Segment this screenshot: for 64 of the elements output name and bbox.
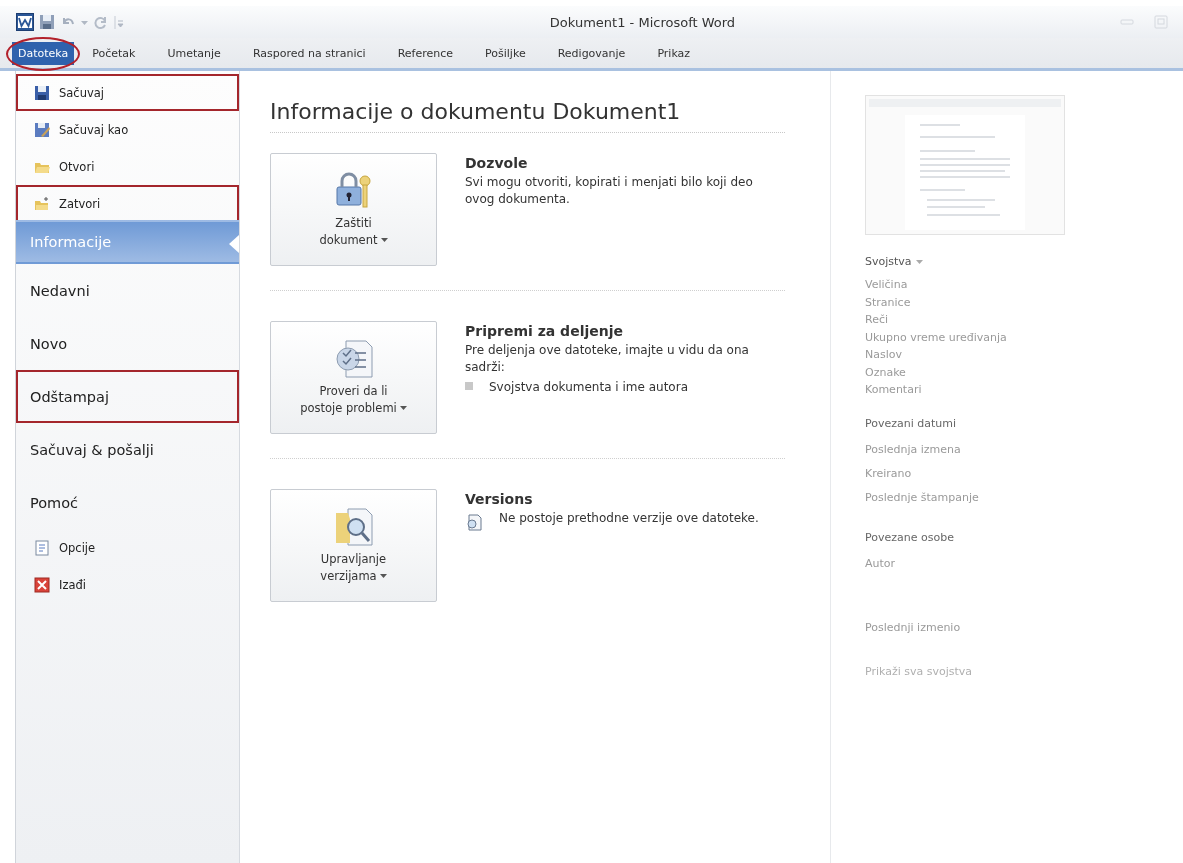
sidebar-item[interactable]: Izađi <box>16 566 239 603</box>
save-icon[interactable] <box>39 14 55 30</box>
sidebar-item[interactable]: Sačuvaj <box>16 74 239 111</box>
caret-icon <box>915 257 923 266</box>
save-icon <box>34 84 50 101</box>
property-label: Komentari <box>865 383 923 398</box>
sidebar-item[interactable]: Novo <box>16 317 239 370</box>
property-label: Veličina <box>865 278 909 293</box>
folder-icon <box>34 195 50 212</box>
property-label: Poslednja izmena <box>865 442 962 458</box>
bullet-icon <box>465 381 473 390</box>
ribbon-tab[interactable]: Prikaz <box>643 41 705 65</box>
action-button[interactable]: Zaštiti dokument <box>270 153 437 266</box>
checklist-document-icon <box>333 339 374 380</box>
section-description: Svi mogu otvoriti, kopirati i menjati bilo koji deo ovog dokumenta. <box>465 174 754 208</box>
ribbon-tab[interactable]: Redigovanje <box>543 41 640 65</box>
sidebar-item[interactable]: Sačuvaj & pošalji <box>16 423 239 476</box>
section-heading: Dozvole <box>465 155 529 171</box>
action-button[interactable]: Upravljanje verzijama <box>270 489 437 602</box>
bullet-text: Svojstva dokumenta i ime autora <box>489 378 689 396</box>
exit-icon <box>34 576 50 593</box>
word-logo-icon[interactable] <box>16 13 34 31</box>
ribbon-tab[interactable]: Pošiljke <box>471 41 540 65</box>
document-versions-icon <box>465 513 483 531</box>
sidebar-item[interactable]: Pomoć <box>16 476 239 529</box>
sidebar-item[interactable]: Sačuvaj kao <box>16 111 239 148</box>
ribbon-tab[interactable]: Datoteka <box>12 41 75 65</box>
group-heading: Povezani datumi <box>865 416 958 432</box>
redo-icon[interactable] <box>93 14 109 30</box>
options-icon <box>34 539 50 556</box>
sidebar-item[interactable]: Opcije <box>16 529 239 566</box>
ribbon-tab[interactable]: Reference <box>383 41 468 65</box>
caret-icon <box>399 403 407 412</box>
property-label: Poslednje štampanje <box>865 490 980 506</box>
property-label: Reči <box>865 313 890 328</box>
versions-magnifier-icon <box>333 507 374 548</box>
property-label: Autor <box>865 556 897 572</box>
maximize-icon[interactable] <box>1153 15 1169 29</box>
versions-note: Ne postoje prethodne verzije ove datoteke. <box>499 510 760 527</box>
section-heading: Versions <box>465 491 534 507</box>
window-title: Dokument1 - Microsoft Word <box>548 14 737 30</box>
properties-dropdown[interactable]: Svojstva <box>865 255 1183 268</box>
action-button[interactable]: Proveri da li postoje problemi <box>270 321 437 434</box>
ribbon-tab[interactable]: Raspored na stranici <box>238 41 380 65</box>
sidebar-item[interactable]: Odštampaj <box>16 370 239 423</box>
property-label: Oznake <box>865 365 907 381</box>
page-title: Informacije o dokumentu Dokument1 <box>270 99 785 133</box>
property-label: Kreirano <box>865 466 913 482</box>
ribbon-tab[interactable]: Početak <box>78 41 150 65</box>
group-heading: Povezane osobe <box>865 530 955 546</box>
property-label: Ukupno vreme uređivanja <box>865 330 1008 346</box>
section-heading: Pripremi za deljenje <box>465 323 624 339</box>
property-label: Poslednji izmenio <box>865 620 962 636</box>
customize-icon[interactable] <box>114 14 124 30</box>
property-label: Naslov <box>865 348 903 363</box>
sidebar-item[interactable]: Nedavni <box>16 264 239 317</box>
properties-title: Svojstva <box>865 255 912 268</box>
caret-icon <box>380 235 388 244</box>
section-description: Pre deljenja ove datoteke, imajte u vidu da ona sadrži: <box>465 342 750 376</box>
property-label: Stranice <box>865 295 912 311</box>
sidebar-item[interactable]: Otvori <box>16 148 239 185</box>
ribbon-tab[interactable]: Umetanje <box>153 41 235 65</box>
caret-icon <box>379 571 387 580</box>
save-as-icon <box>34 121 50 138</box>
